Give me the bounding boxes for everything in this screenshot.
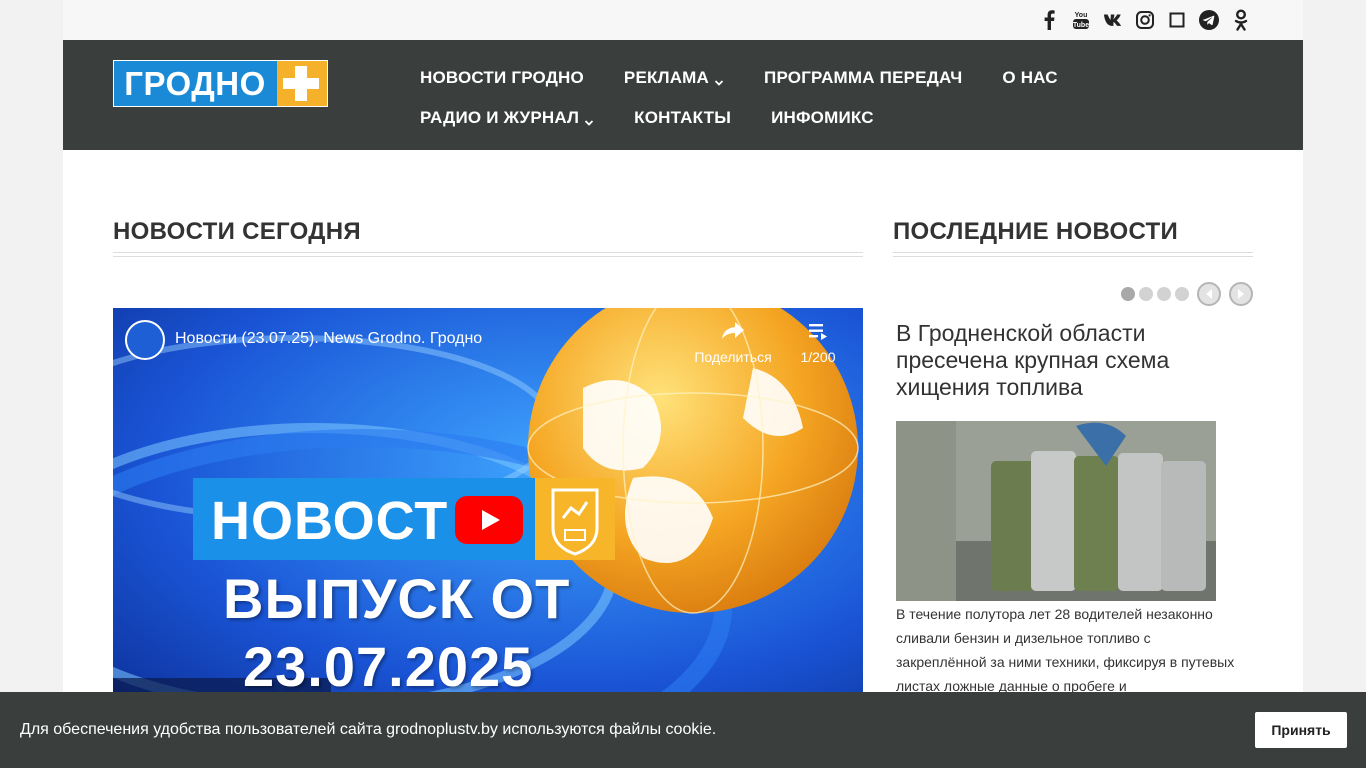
nav-item-kontakty[interactable]: КОНТАКТЫ (634, 108, 731, 128)
nav-label: ПРОГРАММА ПЕРЕДАЧ (764, 68, 963, 87)
nav-item-radio-zhurnal[interactable]: РАДИО И ЖУРНАЛ (420, 108, 594, 128)
chevron-down-icon (714, 73, 724, 86)
share-label: Поделиться (694, 349, 772, 365)
cookie-text: Для обеспечения удобства пользователей с… (20, 721, 717, 738)
instagram-icon[interactable] (1135, 9, 1155, 31)
news-today-section: НОВОСТИ СЕГОДНЯ (113, 218, 863, 257)
nav-label: О НАС (1002, 68, 1058, 87)
site-header: ГРОДНО НОВОСТИ ГРОДНО РЕКЛАМА ПРОГРАММА … (63, 40, 1303, 150)
banner-text: НОВОСТ (211, 491, 449, 551)
section-title-news-today: НОВОСТИ СЕГОДНЯ (113, 218, 361, 245)
channel-avatar[interactable] (125, 320, 165, 360)
title-divider (113, 252, 863, 257)
facebook-icon[interactable] (1039, 9, 1059, 31)
slider-next-button[interactable] (1229, 282, 1253, 306)
cookie-accept-button[interactable]: Принять (1255, 712, 1347, 748)
site-logo[interactable]: ГРОДНО (113, 60, 328, 107)
slider-controls (1121, 282, 1253, 306)
telegram-icon[interactable] (1199, 9, 1219, 31)
svg-text:You: You (1075, 12, 1088, 19)
cookie-banner: Для обеспечения удобства пользователей с… (0, 692, 1366, 768)
svg-text:Tube: Tube (1073, 22, 1089, 29)
logo-text: ГРОДНО (124, 65, 266, 102)
playlist-counter: 1/200 (800, 349, 836, 365)
social-bar: You Tube (63, 0, 1303, 40)
share-button[interactable]: Поделиться (693, 320, 773, 365)
social-icons: You Tube (1039, 9, 1251, 31)
slider-dot[interactable] (1121, 287, 1135, 301)
arrow-left-icon (1206, 289, 1212, 299)
playlist-button[interactable]: 1/200 (793, 320, 843, 365)
nav-row-1: НОВОСТИ ГРОДНО РЕКЛАМА ПРОГРАММА ПЕРЕДАЧ… (420, 58, 1120, 98)
nav-label: РАДИО И ЖУРНАЛ (420, 108, 580, 127)
nav-item-o-nas[interactable]: О НАС (1002, 68, 1057, 88)
nav-label: НОВОСТИ ГРОДНО (420, 68, 584, 87)
article-excerpt: В течение полутора лет 28 водителей неза… (896, 606, 1235, 694)
slider-dot[interactable] (1157, 287, 1171, 301)
nav-label: РЕКЛАМА (623, 68, 710, 87)
vk-icon[interactable] (1103, 9, 1123, 31)
article-image[interactable] (896, 421, 1216, 601)
slider-dot[interactable] (1139, 287, 1153, 301)
article-headline[interactable]: В Гродненской области пресечена крупная … (896, 320, 1226, 401)
share-icon (722, 322, 744, 339)
video-line-2: 23.07.2025 (243, 635, 534, 698)
video-title[interactable]: Новости (23.07.25). News Grodno. Гродно (175, 330, 482, 348)
square-icon[interactable] (1167, 9, 1187, 31)
nav-item-infomiks[interactable]: ИНФОМИКС (771, 108, 874, 128)
chevron-down-icon (584, 113, 594, 126)
youtube-icon[interactable]: You Tube (1071, 9, 1091, 31)
arrow-right-icon (1238, 289, 1244, 299)
title-divider (893, 252, 1253, 257)
nav-row-2: РАДИО И ЖУРНАЛ КОНТАКТЫ ИНФОМИКС (420, 98, 1120, 138)
nav-item-novosti-grodno[interactable]: НОВОСТИ ГРОДНО (420, 68, 584, 88)
nav-label: КОНТАКТЫ (634, 108, 732, 127)
city-emblem-icon (535, 478, 615, 560)
play-button[interactable] (455, 496, 523, 544)
main-nav: НОВОСТИ ГРОДНО РЕКЛАМА ПРОГРАММА ПЕРЕДАЧ… (420, 58, 1120, 138)
slider-dot[interactable] (1175, 287, 1189, 301)
slider-prev-button[interactable] (1197, 282, 1221, 306)
video-player[interactable]: Новости (23.07.25). News Grodno. Гродно … (113, 308, 863, 708)
nav-label: ИНФОМИКС (771, 108, 874, 127)
nav-item-reklama[interactable]: РЕКЛАМА (624, 68, 724, 88)
section-title-latest-news: ПОСЛЕДНИЕ НОВОСТИ (893, 218, 1179, 245)
nav-item-programma[interactable]: ПРОГРАММА ПЕРЕДАЧ (764, 68, 962, 88)
video-line-1: ВЫПУСК ОТ (223, 567, 571, 630)
playlist-icon (809, 324, 827, 340)
odnoklassniki-icon[interactable] (1231, 9, 1251, 31)
latest-news-section: ПОСЛЕДНИЕ НОВОСТИ В Гродненской области … (893, 218, 1253, 694)
page: You Tube ГРОДНО НОВОСТИ ГРОДНО РЕКЛАМА П… (63, 0, 1303, 768)
